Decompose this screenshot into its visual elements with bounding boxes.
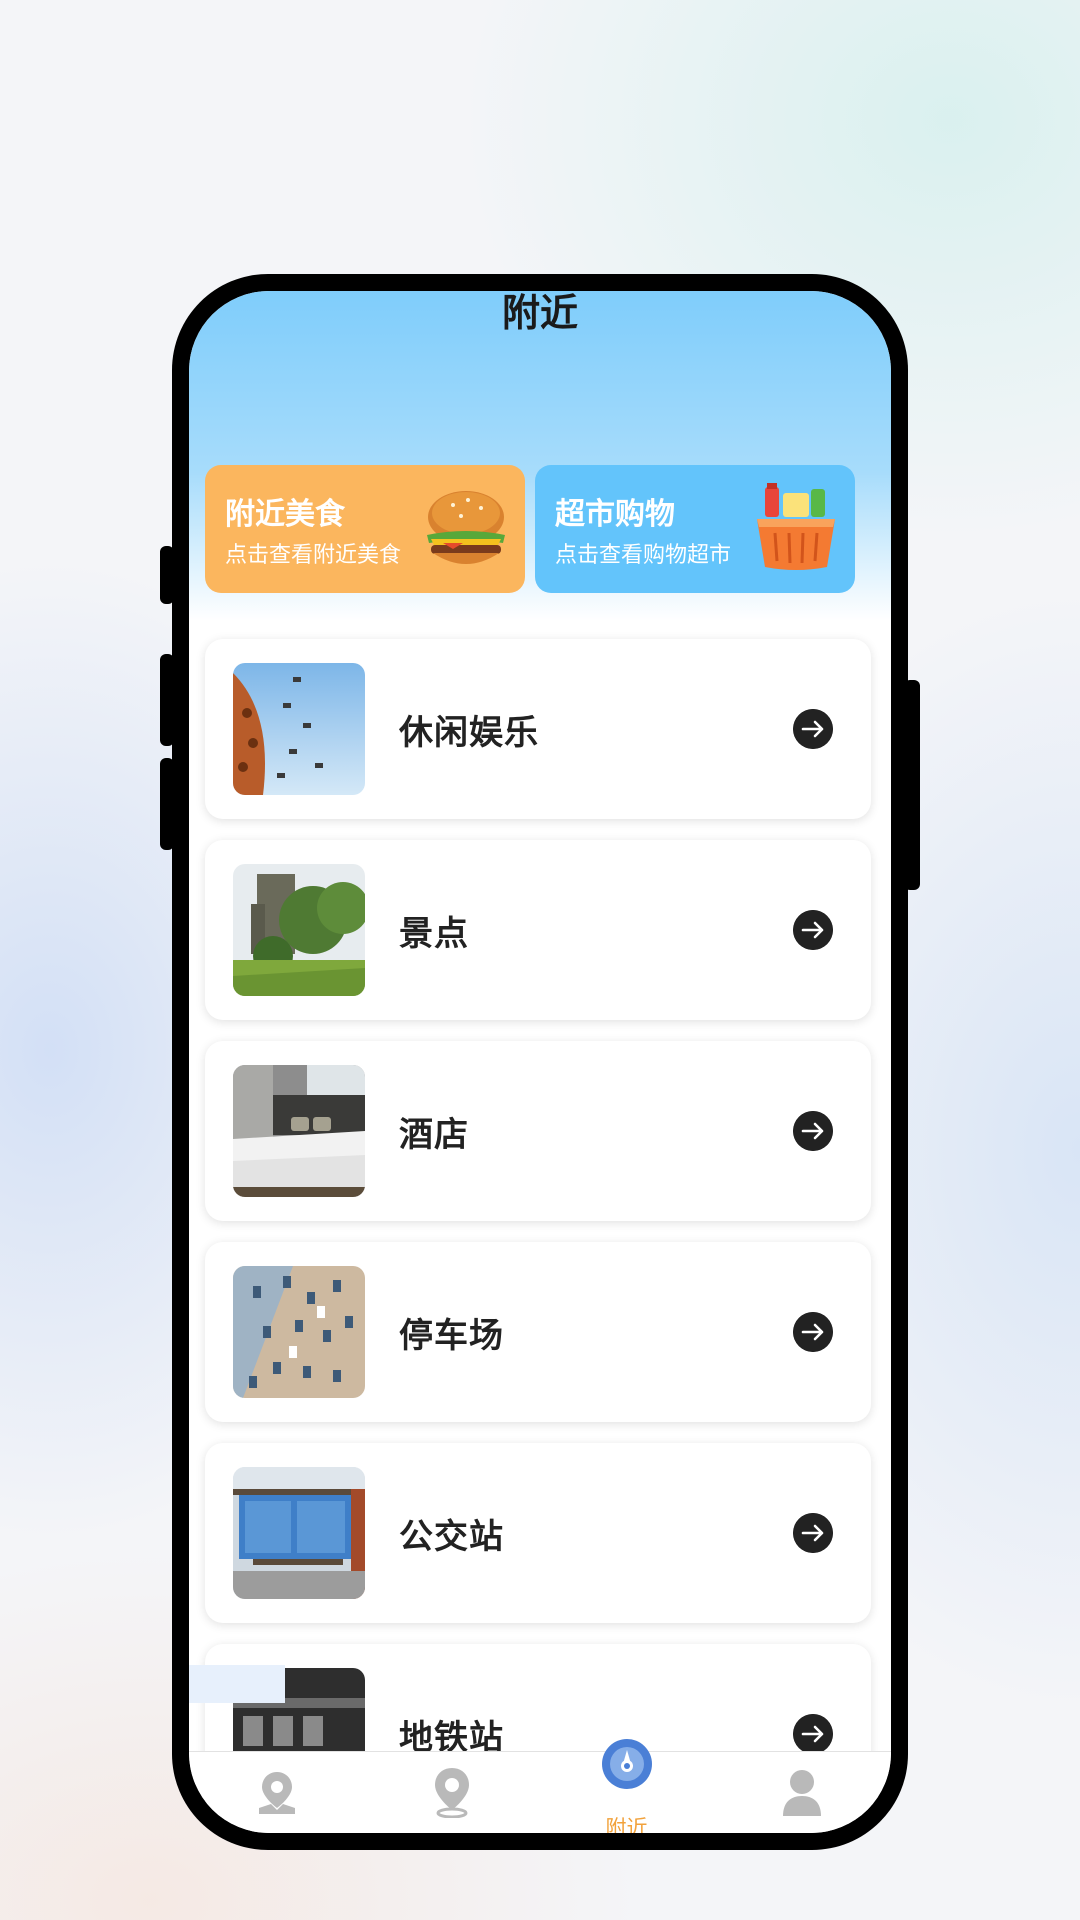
banner-title: 超市购物 <box>555 497 675 532</box>
parking-lot-photo <box>233 1266 365 1398</box>
bottom-tab-bar: 附近 <box>189 1739 891 1833</box>
tab-profile[interactable] <box>714 1752 889 1833</box>
category-label: 停车场 <box>399 1316 504 1356</box>
map-pin-icon <box>258 1772 295 1814</box>
banner-subtitle: 点击查看购物超市 <box>555 543 732 568</box>
tab-label-nearby: 附近 <box>605 1816 648 1833</box>
category-label: 景点 <box>399 914 469 954</box>
category-label: 酒店 <box>399 1115 469 1155</box>
tab-location[interactable] <box>364 1752 539 1833</box>
user-icon <box>782 1770 821 1816</box>
bus-stop-photo <box>233 1467 365 1599</box>
arrow-right-icon[interactable] <box>793 1312 833 1352</box>
hotel-room-photo <box>233 1065 365 1197</box>
overlay-patch <box>189 1665 285 1703</box>
compass-icon <box>601 1739 652 1789</box>
shopping-basket-icon <box>757 483 835 570</box>
arrow-right-icon[interactable] <box>793 910 833 950</box>
tab-nearby[interactable]: 附近 <box>539 1739 714 1833</box>
banner-title: 附近美食 <box>225 497 345 532</box>
arrow-right-icon[interactable] <box>793 1111 833 1151</box>
app-screen: 附近 附近美食 点击查看附近美食 超市购物 点击查看购物超市 休闲娱乐 景点 酒… <box>189 291 891 1833</box>
category-card-leisure[interactable]: 休闲娱乐 <box>205 639 871 819</box>
category-card-bus-stop[interactable]: 公交站 <box>205 1443 871 1623</box>
category-card-hotel[interactable]: 酒店 <box>205 1041 871 1221</box>
banner-subtitle: 点击查看附近美食 <box>225 543 402 568</box>
page-title: 附近 <box>501 291 578 335</box>
supermarket-banner[interactable]: 超市购物 点击查看购物超市 <box>535 465 855 593</box>
category-card-scenic-spots[interactable]: 景点 <box>205 840 871 1020</box>
location-icon <box>434 1768 469 1818</box>
arrow-right-icon[interactable] <box>793 1513 833 1553</box>
category-card-parking[interactable]: 停车场 <box>205 1242 871 1422</box>
castle-park-photo <box>233 864 365 996</box>
category-label: 公交站 <box>399 1517 504 1557</box>
phone-frame: 附近 附近美食 点击查看附近美食 超市购物 点击查看购物超市 休闲娱乐 景点 酒… <box>172 274 908 1850</box>
burger-icon <box>427 491 505 564</box>
arrow-right-icon[interactable] <box>793 709 833 749</box>
tab-map[interactable] <box>189 1752 364 1833</box>
nearby-food-banner[interactable]: 附近美食 点击查看附近美食 <box>205 465 525 593</box>
category-label: 休闲娱乐 <box>399 713 539 753</box>
arrow-right-icon[interactable] <box>793 1714 833 1754</box>
swing-ride-photo <box>233 663 365 795</box>
